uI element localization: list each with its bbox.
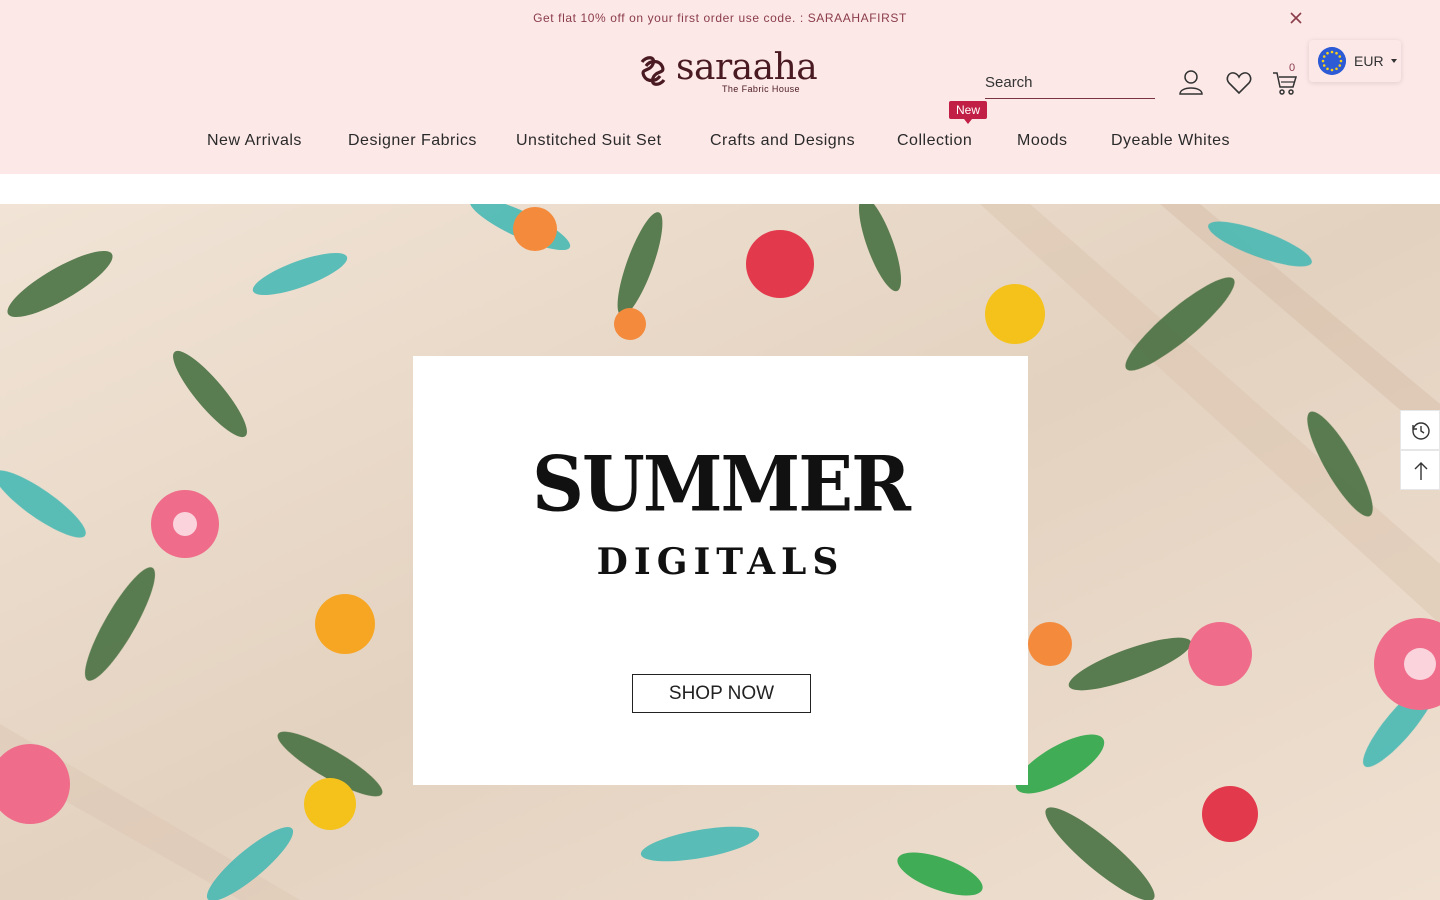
promo-title: SUMMER	[532, 438, 911, 529]
search-input[interactable]	[985, 66, 1155, 98]
logo-wordmark: saraaha	[676, 47, 818, 88]
shop-now-button[interactable]: SHOP NOW	[632, 674, 811, 713]
eu-flag-icon	[1318, 47, 1346, 75]
hero-banner[interactable]: SUMMER DIGITALS SHOP NOW	[0, 204, 1440, 900]
announcement-bar: Get flat 10% off on your first order use…	[0, 0, 1440, 36]
back-to-top-button[interactable]	[1400, 450, 1440, 490]
nav-item-dyeable-whites[interactable]: Dyeable Whites	[1111, 132, 1230, 150]
cart-button[interactable]	[1271, 69, 1301, 99]
recently-viewed-button[interactable]	[1400, 410, 1440, 450]
history-icon	[1412, 422, 1430, 440]
promo-subtitle: DIGITALS	[596, 541, 845, 583]
cart-count-badge: 0	[1289, 62, 1296, 74]
promo-card: SUMMER DIGITALS SHOP NOW	[413, 356, 1028, 785]
heart-icon	[1226, 72, 1252, 95]
currency-code: EUR	[1354, 53, 1384, 69]
main-navigation: New Arrivals Designer Fabrics Unstitched…	[0, 126, 1440, 156]
nav-new-badge: New	[949, 101, 987, 124]
account-button[interactable]	[1177, 68, 1207, 98]
search-box	[985, 66, 1155, 99]
site-logo[interactable]: saraaha The Fabric House	[636, 50, 818, 100]
arrow-up-icon	[1414, 462, 1428, 480]
nav-item-new-arrivals[interactable]: New Arrivals	[207, 132, 302, 150]
caret-down-icon	[1391, 59, 1397, 63]
close-announcement-button[interactable]	[1286, 8, 1306, 28]
nav-item-unstitched-suit-set[interactable]: Unstitched Suit Set	[516, 132, 662, 150]
announcement-text: Get flat 10% off on your first order use…	[533, 11, 907, 25]
nav-item-moods[interactable]: Moods	[1017, 132, 1068, 150]
close-icon	[1290, 12, 1302, 24]
logo-mark-icon	[640, 56, 666, 86]
logo-tagline: The Fabric House	[722, 84, 800, 94]
site-header: saraaha The Fabric House 0	[0, 36, 1440, 174]
nav-item-designer-fabrics[interactable]: Designer Fabrics	[348, 132, 477, 150]
nav-item-crafts-and-designs[interactable]: Crafts and Designs	[710, 132, 855, 150]
user-icon	[1179, 70, 1203, 95]
currency-selector[interactable]: EUR	[1309, 40, 1401, 82]
wishlist-button[interactable]	[1225, 69, 1255, 99]
nav-item-collection[interactable]: Collection	[897, 132, 972, 150]
